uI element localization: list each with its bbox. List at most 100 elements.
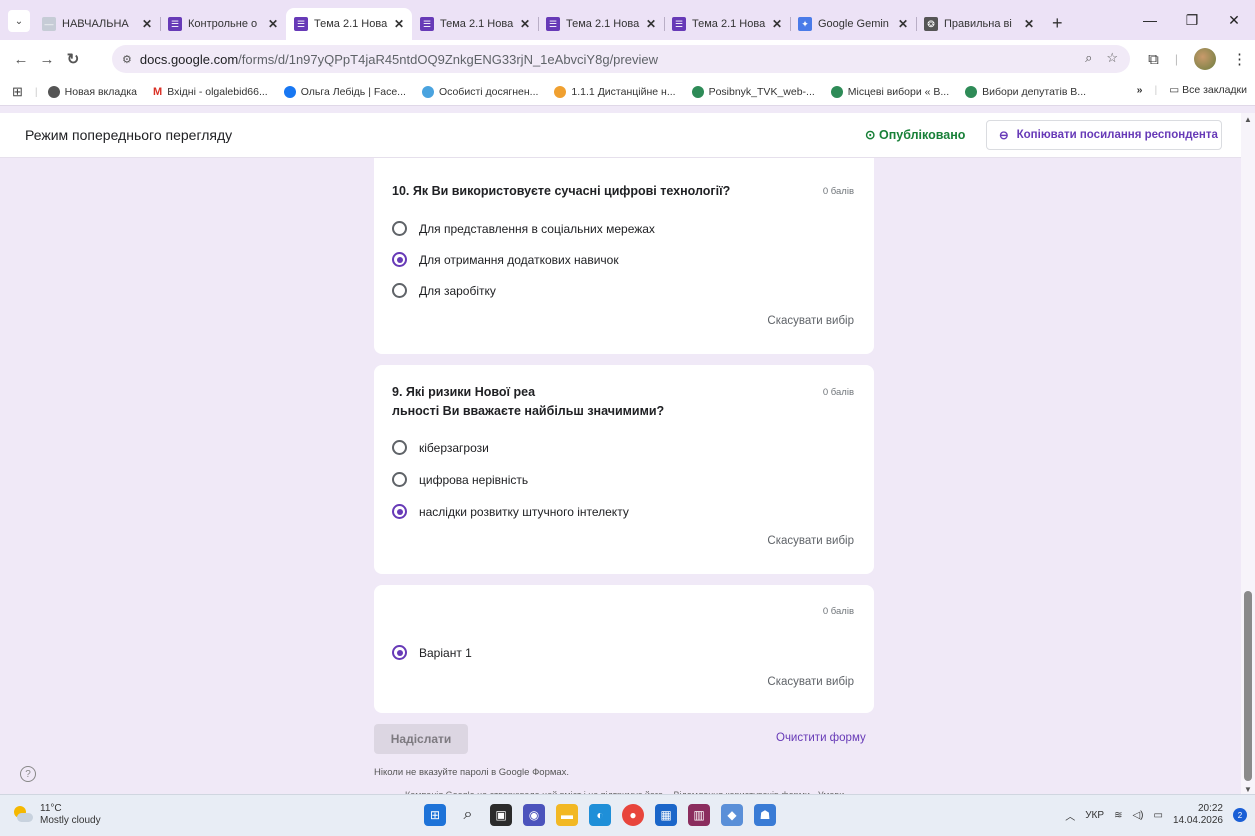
weather-widget[interactable]: 11°C Mostly cloudy — [12, 803, 101, 827]
tab-close-icon[interactable]: ✕ — [142, 17, 152, 31]
tab-close-icon[interactable]: ✕ — [898, 17, 908, 31]
browser-tab[interactable]: ❂ Правильна ві ✕ — [916, 8, 1042, 40]
tab-close-icon[interactable]: ✕ — [1024, 17, 1034, 31]
bookmark-item[interactable]: Ольга Лебідь | Face... — [283, 85, 406, 98]
taskbar-apps: ⊞ ⌕ ▣ ◉ ▬ ◐ ● ▦ ▥ ◆ ☗ — [424, 804, 776, 826]
bookmark-list: Новая вкладка M Вхідні - olgalebid66... Оль… — [47, 85, 1102, 98]
option-item[interactable]: Для представлення в соціальних мережах — [392, 221, 655, 236]
store-icon[interactable]: ▦ — [655, 804, 677, 826]
scrollbar-thumb[interactable] — [1244, 591, 1252, 781]
wifi-icon[interactable]: ≋ — [1114, 810, 1122, 821]
site-info-icon[interactable]: ⚙ — [122, 53, 132, 66]
tab-close-icon[interactable]: ✕ — [520, 17, 530, 31]
chrome-icon[interactable]: ● — [622, 804, 644, 826]
tab-close-icon[interactable]: ✕ — [394, 17, 404, 31]
option-label: цифрова нерівність — [419, 472, 529, 487]
radio-button[interactable] — [392, 472, 407, 487]
radio-button[interactable] — [392, 221, 407, 236]
bookmark-star-icon[interactable]: ☆ — [1106, 50, 1118, 66]
bookmark-item[interactable]: 1.1.1 Дистанційне н... — [554, 85, 676, 98]
bookmark-label: Ольга Лебідь | Face... — [300, 85, 406, 98]
reload-icon[interactable]: ↻ — [60, 50, 86, 68]
published-label: Опубліковано — [878, 128, 966, 142]
apps-grid-icon[interactable]: ⊞ — [12, 84, 23, 100]
browser-tab[interactable]: ☰ Тема 2.1 Нова ✕ — [412, 8, 538, 40]
scrollbar[interactable]: ▲ ▼ — [1241, 113, 1255, 794]
tab-close-icon[interactable]: ✕ — [646, 17, 656, 31]
folder-icon: ▭ — [1169, 84, 1180, 96]
address-bar[interactable]: ⚙ docs.google.com/forms/d/1n97yQPpT4jaR4… — [112, 45, 1130, 73]
question-card-untitled: 0 балів Варіант 1 Скасувати вибір — [374, 585, 874, 713]
zoom-icon[interactable]: ⌕ — [1085, 50, 1092, 66]
bookmark-item[interactable]: M Вхідні - olgalebid66... — [153, 86, 268, 98]
scroll-up-icon[interactable]: ▲ — [1244, 115, 1252, 124]
language-indicator[interactable]: УКР — [1085, 810, 1104, 821]
tab-title: Тема 2.1 Нова — [440, 18, 514, 30]
radio-button[interactable] — [392, 440, 407, 455]
browser-tab[interactable]: ☰ Тема 2.1 Нова ✕ — [286, 8, 412, 40]
submit-button[interactable]: Надіслати — [374, 724, 468, 754]
radio-button-checked[interactable] — [392, 252, 407, 267]
browser-tab[interactable]: ✦ Google Gemin ✕ — [790, 8, 916, 40]
back-icon[interactable]: ← — [8, 51, 34, 68]
clear-selection-button[interactable]: Скасувати вибір — [767, 676, 854, 688]
copy-respondent-link-button[interactable]: ⊖ Копіювати посилання респондента — [986, 120, 1222, 150]
option-item[interactable]: Для заробітку — [392, 283, 496, 298]
edge-icon[interactable]: ◐ — [589, 804, 611, 826]
radio-button-checked[interactable] — [392, 504, 407, 519]
clock[interactable]: 20:22 14.04.2026 — [1173, 803, 1223, 827]
minimize-icon[interactable]: — — [1129, 12, 1171, 28]
tab-close-icon[interactable]: ✕ — [772, 17, 782, 31]
radio-button-checked[interactable] — [392, 645, 407, 660]
winrar-icon[interactable]: ▥ — [688, 804, 710, 826]
clear-selection-button[interactable]: Скасувати вибір — [767, 315, 854, 327]
search-icon[interactable]: ⌕ — [457, 804, 479, 826]
tab-search-button[interactable]: ⌄ — [8, 10, 30, 32]
volume-icon[interactable]: ◁) — [1132, 810, 1143, 821]
bookmarks-divider: | — [34, 85, 38, 98]
close-window-icon[interactable]: ✕ — [1213, 12, 1255, 29]
clear-form-button[interactable]: Очистити форму — [776, 732, 866, 744]
notification-badge[interactable]: 2 — [1233, 808, 1247, 822]
teams-icon[interactable]: ◉ — [523, 804, 545, 826]
chevron-up-icon[interactable]: ︿ — [1065, 808, 1075, 823]
windows-start-icon[interactable]: ⊞ — [424, 804, 446, 826]
battery-icon[interactable]: ▭ — [1153, 810, 1162, 821]
tab-close-icon[interactable]: ✕ — [268, 17, 278, 31]
option-item[interactable]: наслідки розвитку штучного інтелекту — [392, 504, 629, 519]
published-status[interactable]: ⊙ Опубліковано — [865, 127, 965, 142]
bookmark-item[interactable]: Місцеві вибори « В... — [830, 85, 949, 98]
browser-tab[interactable]: ☰ Контрольне о ✕ — [160, 8, 286, 40]
restore-icon[interactable]: ❐ — [1171, 12, 1213, 29]
all-bookmarks-folder[interactable]: ▭ Все закладки — [1169, 84, 1247, 96]
scroll-down-icon[interactable]: ▼ — [1244, 785, 1252, 794]
profile-avatar[interactable] — [1194, 48, 1216, 70]
more-menu-icon[interactable]: ⋮ — [1232, 50, 1247, 68]
tab-favicon-icon: ❂ — [924, 17, 938, 31]
task-view-icon[interactable]: ▣ — [490, 804, 512, 826]
more-bookmarks-icon[interactable]: » — [1137, 84, 1143, 96]
bookmark-item[interactable]: Новая вкладка — [47, 85, 137, 98]
extensions-icon[interactable]: ⧉ — [1148, 51, 1159, 68]
new-tab-button[interactable]: + — [1052, 13, 1063, 34]
bookmark-item[interactable]: Вибори депутатів В... — [965, 85, 1086, 98]
browser-tab[interactable]: ☰ Тема 2.1 Нова ✕ — [538, 8, 664, 40]
option-item[interactable]: Для отримання додаткових навичок — [392, 252, 619, 267]
option-item[interactable]: цифрова нерівність — [392, 472, 528, 487]
bookmark-item[interactable]: Особисті досягнен... — [421, 85, 538, 98]
option-item[interactable]: кіберзагрози — [392, 440, 489, 455]
browser-tab[interactable]: — НАВЧАЛЬНА ✕ — [34, 8, 160, 40]
tab-favicon-icon: ☰ — [168, 17, 182, 31]
bookmark-favicon-icon — [830, 85, 843, 98]
link-icon: ⊖ — [999, 130, 1009, 142]
clear-selection-button[interactable]: Скасувати вибір — [767, 535, 854, 547]
bookmark-item[interactable]: Posibnyk_TVK_web-... — [691, 85, 815, 98]
chat-icon[interactable]: ☗ — [754, 804, 776, 826]
radio-button[interactable] — [392, 283, 407, 298]
help-icon[interactable]: ? — [20, 766, 36, 782]
file-explorer-icon[interactable]: ▬ — [556, 804, 578, 826]
forward-icon[interactable]: → — [34, 51, 60, 68]
app-icon[interactable]: ◆ — [721, 804, 743, 826]
option-item[interactable]: Варіант 1 — [392, 645, 472, 660]
browser-tab[interactable]: ☰ Тема 2.1 Нова ✕ — [664, 8, 790, 40]
